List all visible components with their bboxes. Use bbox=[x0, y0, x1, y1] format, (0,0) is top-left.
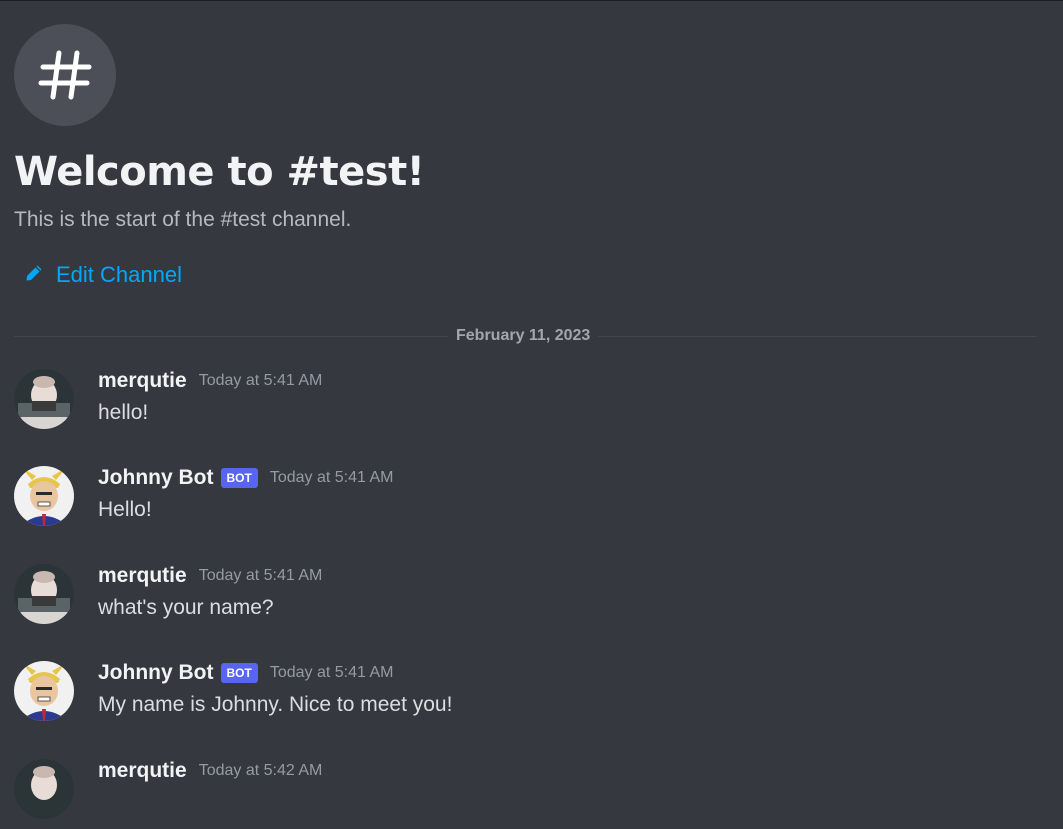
username[interactable]: Johnny Bot bbox=[98, 466, 214, 490]
avatar[interactable] bbox=[14, 759, 74, 819]
message-header: merqutie Today at 5:41 AM bbox=[98, 564, 322, 588]
message-text: Hello! bbox=[98, 498, 152, 521]
avatar[interactable] bbox=[14, 369, 74, 429]
edit-channel-link[interactable]: Edit Channel bbox=[24, 262, 182, 288]
message-header: Johnny Bot BOT Today at 5:41 AM bbox=[98, 661, 393, 685]
timestamp: Today at 5:41 AM bbox=[198, 372, 323, 389]
message: Johnny Bot BOT Today at 5:41 AM Hello! bbox=[14, 466, 1014, 536]
pencil-icon bbox=[24, 263, 44, 288]
timestamp: Today at 5:41 AM bbox=[269, 664, 394, 681]
message-text: hello! bbox=[98, 401, 149, 424]
timestamp: Today at 5:41 AM bbox=[269, 469, 394, 486]
message: Johnny Bot BOT Today at 5:41 AM My name … bbox=[14, 661, 1014, 731]
message-text: My name is Johnny. Nice to meet you! bbox=[98, 693, 453, 716]
timestamp: Today at 5:42 AM bbox=[198, 762, 323, 779]
username[interactable]: Johnny Bot bbox=[98, 661, 214, 685]
welcome-title: Welcome to #test! bbox=[14, 149, 425, 195]
message-text: what's your name? bbox=[98, 596, 274, 619]
message-header: merqutie Today at 5:41 AM bbox=[98, 369, 322, 393]
message: merqutie Today at 5:42 AM bbox=[14, 759, 1014, 829]
message-header: merqutie Today at 5:42 AM bbox=[98, 759, 322, 783]
username[interactable]: merqutie bbox=[98, 564, 187, 588]
bot-tag: BOT bbox=[220, 663, 258, 683]
divider-date: February 11, 2023 bbox=[448, 325, 599, 347]
avatar[interactable] bbox=[14, 564, 74, 624]
message-header: Johnny Bot BOT Today at 5:41 AM bbox=[98, 466, 393, 490]
hash-icon bbox=[14, 24, 116, 126]
welcome-subtitle: This is the start of the #test channel. bbox=[14, 208, 352, 231]
edit-channel-label: Edit Channel bbox=[56, 262, 182, 287]
message: merqutie Today at 5:41 AM hello! bbox=[14, 369, 1014, 439]
avatar[interactable] bbox=[14, 661, 74, 721]
timestamp: Today at 5:41 AM bbox=[198, 567, 323, 584]
username[interactable]: merqutie bbox=[98, 369, 187, 393]
channel-welcome: Welcome to #test! This is the start of t… bbox=[14, 24, 425, 234]
username[interactable]: merqutie bbox=[98, 759, 187, 783]
message: merqutie Today at 5:41 AM what's your na… bbox=[14, 564, 1014, 634]
bot-tag: BOT bbox=[220, 468, 258, 488]
avatar[interactable] bbox=[14, 466, 74, 526]
top-border bbox=[0, 0, 1063, 1]
